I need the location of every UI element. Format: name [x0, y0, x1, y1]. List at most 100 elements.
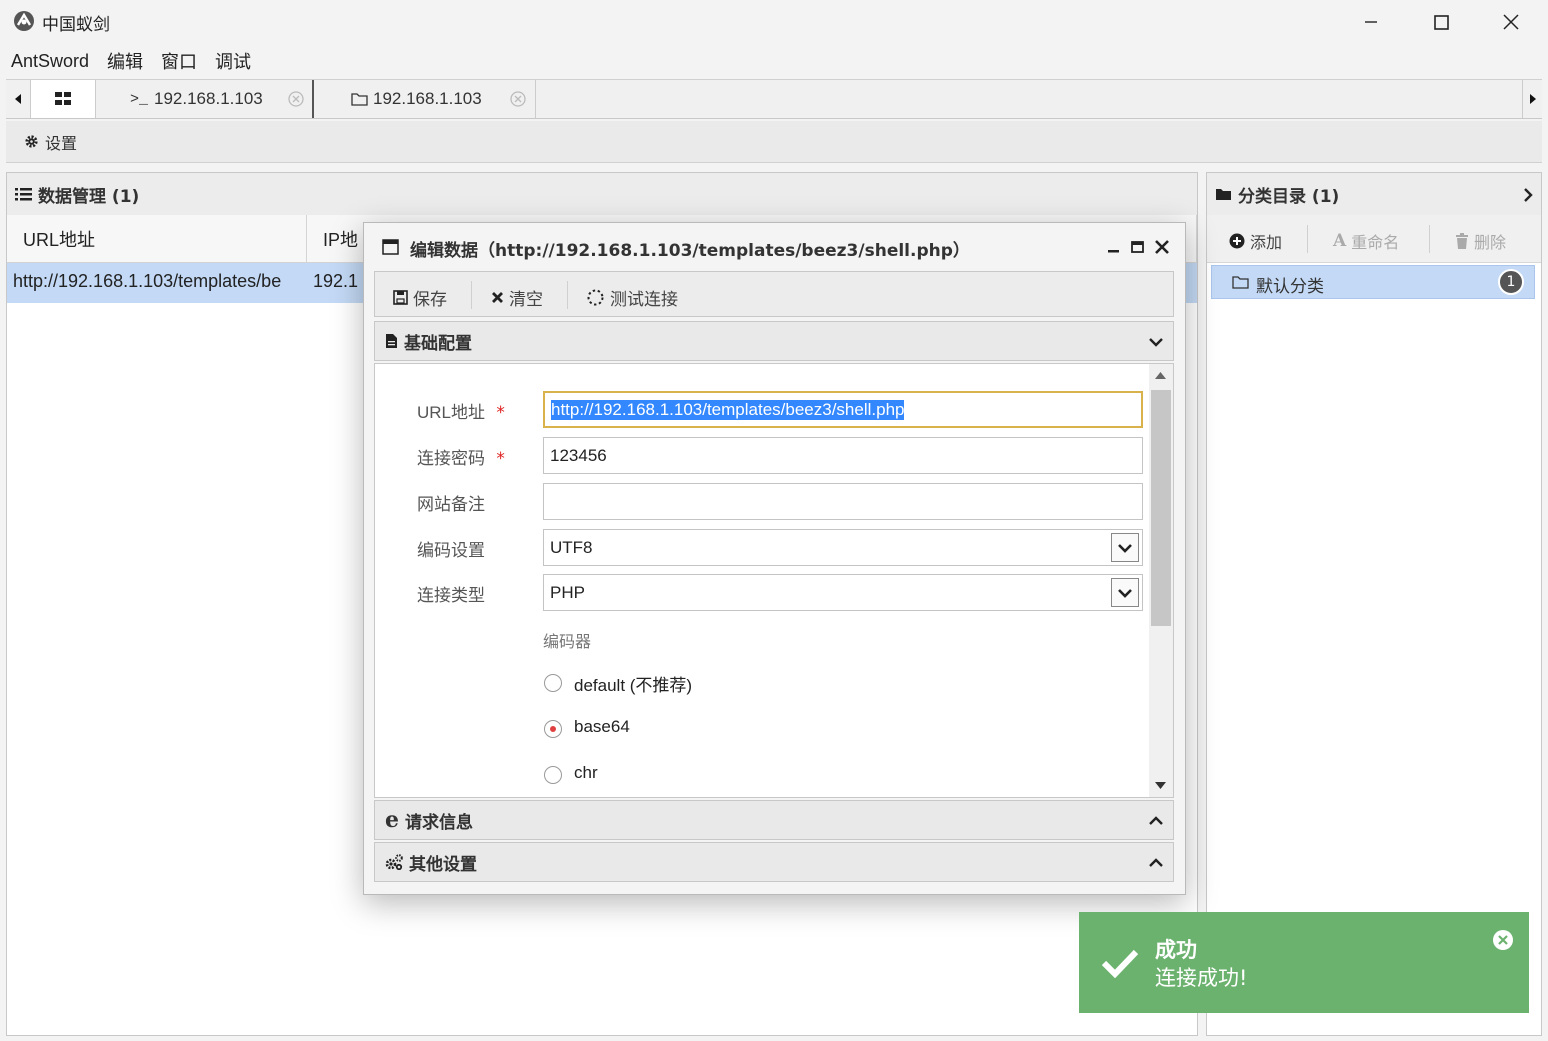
close-icon[interactable] — [1155, 240, 1169, 254]
folder-icon — [1216, 189, 1231, 200]
radio-default[interactable] — [544, 674, 562, 692]
radio-chr-label[interactable]: chr — [574, 763, 598, 783]
type-label: 连接类型 — [417, 586, 485, 606]
tab-terminal-label: 192.168.1.103 — [154, 89, 263, 108]
radio-base64[interactable] — [544, 720, 562, 738]
tab-terminal[interactable]: >_ 192.168.1.103 — [98, 80, 314, 118]
maximize-icon[interactable] — [1131, 241, 1144, 253]
row-url: http://192.168.1.103/templates/be — [13, 271, 282, 291]
radio-default-label[interactable]: default (不推荐) — [574, 671, 692, 696]
cogs-icon — [385, 854, 403, 870]
spinner-icon — [587, 289, 604, 306]
menu-antsword[interactable]: AntSword — [11, 51, 89, 72]
form-scrollbar[interactable] — [1149, 364, 1173, 797]
tab-scroll-left-icon[interactable] — [8, 80, 28, 118]
menu-debug[interactable]: 调试 — [215, 48, 251, 74]
tab-scroll-right-icon[interactable] — [1522, 80, 1542, 118]
tab-home[interactable] — [30, 80, 96, 118]
success-toast: 成功 连接成功! — [1079, 912, 1529, 1013]
data-panel-title: 数据管理 (1) — [38, 186, 140, 207]
count-badge: 1 — [1498, 269, 1524, 295]
section-basic-config[interactable]: 基础配置 — [374, 321, 1174, 361]
x-icon — [492, 292, 503, 303]
section-request-info[interactable]: e 请求信息 — [374, 800, 1174, 840]
toast-message: 连接成功! — [1155, 966, 1248, 990]
app-logo-icon — [13, 10, 35, 32]
main-toolbar: 设置 — [6, 121, 1542, 163]
tab-close-icon[interactable] — [288, 91, 304, 107]
save-icon — [393, 290, 408, 305]
list-icon — [15, 188, 32, 201]
trash-icon — [1456, 233, 1468, 249]
file-text-icon — [386, 334, 397, 348]
menu-bar: AntSword 编辑 窗口 调试 — [0, 44, 1548, 78]
scroll-thumb[interactable] — [1151, 390, 1171, 626]
terminal-icon: >_ — [130, 90, 149, 108]
url-label: URL地址 * — [417, 403, 505, 423]
test-connection-button[interactable]: 测试连接 — [587, 285, 678, 310]
chevron-up-icon — [1149, 858, 1163, 867]
column-header-url[interactable]: URL地址 — [7, 215, 307, 263]
encoding-label: 编码设置 — [417, 541, 485, 561]
toast-title: 成功 — [1155, 938, 1197, 962]
grid-icon — [54, 92, 71, 105]
note-input[interactable] — [543, 483, 1143, 520]
radio-base64-label[interactable]: base64 — [574, 717, 630, 737]
plus-circle-icon — [1229, 233, 1245, 249]
window-titlebar: 中国蚁剑 — [0, 0, 1548, 44]
delete-category-button[interactable]: 删除 — [1455, 229, 1506, 253]
chevron-down-icon — [1149, 338, 1163, 347]
category-panel-header: 分类目录 (1) — [1207, 173, 1541, 216]
encoding-select[interactable]: UTF8 — [543, 529, 1143, 566]
close-window-button[interactable] — [1476, 0, 1546, 44]
folder-icon — [1232, 276, 1249, 289]
category-toolbar: 添加 A 重命名 删除 — [1207, 215, 1541, 263]
chevron-up-icon — [1149, 816, 1163, 825]
dialog-toolbar: 保存 清空 测试连接 — [374, 271, 1174, 317]
rename-category-button[interactable]: A 重命名 — [1333, 229, 1399, 253]
category-panel: 分类目录 (1) 添加 A 重命名 删除 默认分类 1 — [1206, 172, 1542, 1036]
chevron-down-icon[interactable] — [1111, 533, 1139, 562]
password-label: 连接密码 * — [417, 449, 505, 469]
tab-filemanager[interactable]: 192.168.1.103 — [318, 80, 536, 118]
dialog-title: 编辑数据（http://192.168.1.103/templates/beez… — [410, 241, 970, 261]
menu-window[interactable]: 窗口 — [161, 48, 197, 74]
tab-filemanager-label: 192.168.1.103 — [373, 89, 482, 108]
checkmark-icon — [1101, 949, 1139, 978]
add-category-button[interactable]: 添加 — [1229, 229, 1282, 253]
minimize-icon[interactable] — [1108, 241, 1120, 253]
data-panel-header: 数据管理 (1) — [7, 173, 1197, 216]
category-item-default[interactable]: 默认分类 1 — [1211, 265, 1535, 299]
password-input[interactable]: 123456 — [543, 437, 1143, 474]
clear-button[interactable]: 清空 — [491, 285, 543, 310]
save-button[interactable]: 保存 — [393, 285, 447, 310]
gear-icon — [25, 135, 38, 148]
type-select[interactable]: PHP — [543, 574, 1143, 611]
radio-chr[interactable] — [544, 766, 562, 784]
scroll-up-icon[interactable] — [1155, 372, 1166, 379]
window-icon — [382, 239, 399, 255]
font-icon: A — [1333, 231, 1347, 251]
scroll-down-icon[interactable] — [1155, 782, 1166, 789]
window-title: 中国蚁剑 — [42, 15, 110, 35]
tab-bar: >_ 192.168.1.103 192.168.1.103 — [6, 79, 1542, 119]
minimize-button[interactable] — [1336, 0, 1406, 44]
category-panel-title: 分类目录 (1) — [1238, 186, 1340, 207]
close-icon[interactable] — [1492, 929, 1514, 951]
dialog-titlebar: 编辑数据（http://192.168.1.103/templates/beez… — [364, 223, 1185, 269]
edit-data-dialog: 编辑数据（http://192.168.1.103/templates/beez… — [363, 222, 1186, 895]
chevron-right-icon[interactable] — [1523, 188, 1533, 202]
ie-icon: e — [385, 807, 399, 833]
folder-icon — [351, 93, 368, 106]
maximize-button[interactable] — [1406, 0, 1476, 44]
tab-close-icon[interactable] — [510, 91, 526, 107]
settings-button[interactable]: 设置 — [45, 130, 77, 154]
basic-config-form: URL地址 * http://192.168.1.103/templates/b… — [374, 363, 1174, 798]
section-other-settings[interactable]: 其他设置 — [374, 842, 1174, 882]
menu-edit[interactable]: 编辑 — [107, 48, 143, 74]
chevron-down-icon[interactable] — [1111, 578, 1139, 607]
url-input[interactable]: http://192.168.1.103/templates/beez3/she… — [543, 391, 1143, 428]
row-ip: 192.1 — [313, 271, 359, 291]
category-item-label: 默认分类 — [1256, 277, 1324, 297]
note-label: 网站备注 — [417, 495, 485, 515]
